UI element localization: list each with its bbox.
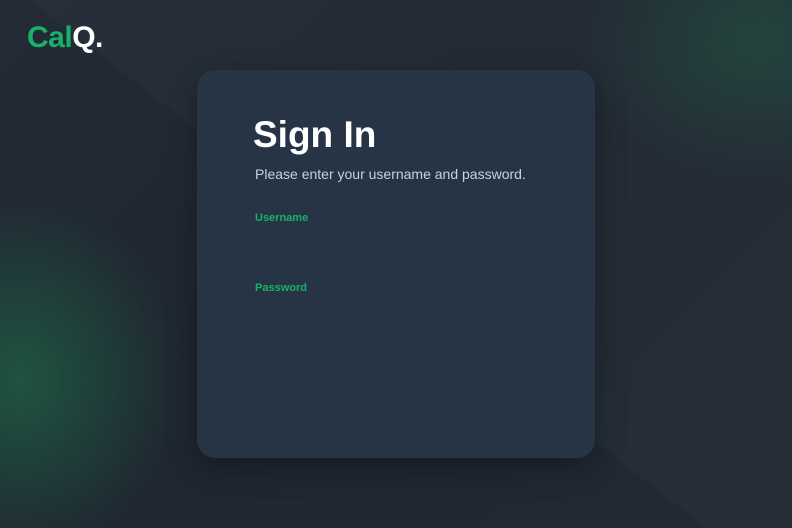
calq-logo: CalQ. [27,18,103,58]
username-field[interactable] [255,230,537,258]
username-label: Username [255,212,309,224]
password-field[interactable] [255,300,537,328]
logo-rest-text: Q. [72,21,103,54]
signin-card: Sign In Please enter your username and p… [197,70,595,458]
logo-accent-text: Cal [27,21,73,54]
password-label: Password [255,282,307,294]
signin-instructions: Please enter your username and password. [255,166,526,182]
page-title: Sign In [253,114,377,155]
